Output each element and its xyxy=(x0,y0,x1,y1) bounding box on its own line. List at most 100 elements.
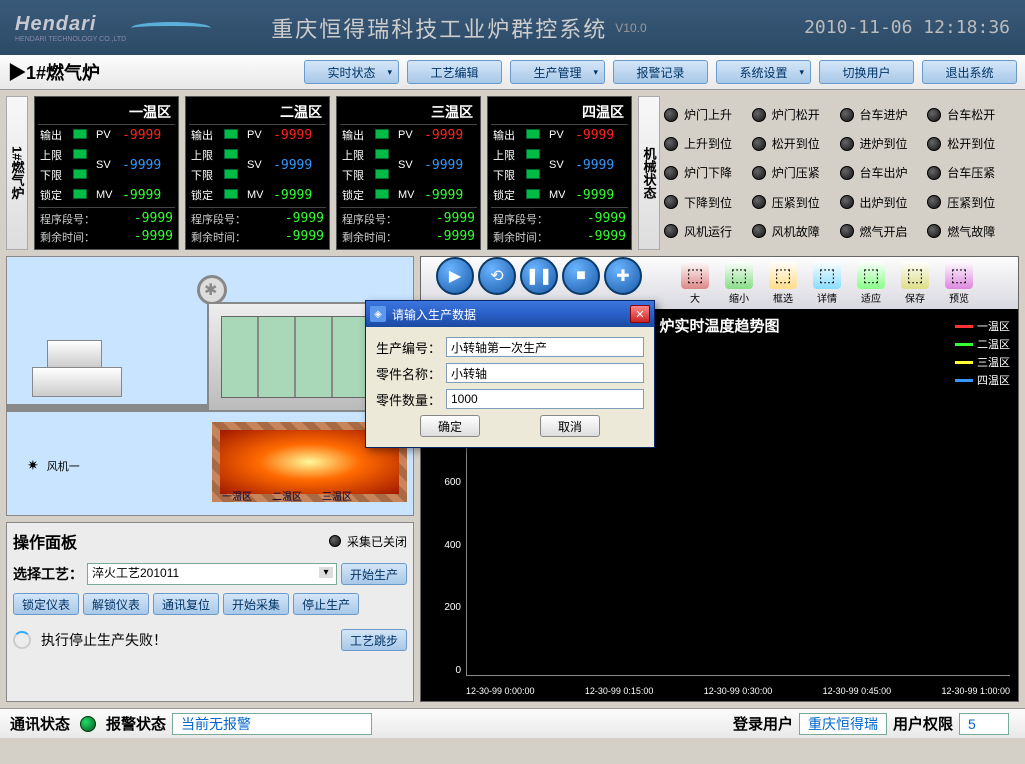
process-jump-button[interactable]: 工艺跳步 xyxy=(341,629,407,651)
datetime-label: 2010-11-06 12:18:36 xyxy=(804,17,1010,38)
zoom-in-icon[interactable]: ⬚大 xyxy=(673,259,717,307)
legend-item: 一温区 xyxy=(955,318,1010,334)
mech-status-item: 炉门压紧 xyxy=(752,160,840,185)
mechanical-status-panel: 机械状态 炉门上升炉门松开台车进炉台车松开上升到位松开到位进炉到位松开到位炉门下… xyxy=(638,96,1019,250)
led-icon xyxy=(752,166,766,180)
led-icon xyxy=(664,224,678,238)
part-qty-input[interactable] xyxy=(446,389,644,409)
fit-icon[interactable]: ⬚适应 xyxy=(849,259,893,307)
spinner-icon xyxy=(13,631,31,649)
start-collect-button[interactable]: 开始采集 xyxy=(223,593,289,615)
mech-status-item: 风机故障 xyxy=(752,219,840,244)
comm-led-icon xyxy=(80,716,96,732)
collect-led-icon xyxy=(329,535,341,547)
mech-status-item: 压紧到位 xyxy=(752,190,840,215)
led-icon xyxy=(664,137,678,151)
led-icon xyxy=(752,137,766,151)
version-label: V10.0 xyxy=(615,21,646,35)
detail-icon[interactable]: ⬚详情 xyxy=(805,259,849,307)
pause-button[interactable]: ❚❚ xyxy=(520,257,558,295)
select-process-label: 选择工艺： xyxy=(13,564,83,584)
furnace-animation-panel: 风机一 一温区二温区三温区 xyxy=(6,256,414,516)
nav-bar: ▶1#燃气炉 实时状态 工艺编辑 生产管理 报警记录 系统设置 切换用户 退出系… xyxy=(0,55,1025,90)
zone-panel-3: 三温区 输出PV-9999 上限SV-9999 下限 锁定MV-9999 程序段… xyxy=(336,96,481,250)
led-icon xyxy=(840,166,854,180)
status-message: 执行停止生产失败！ xyxy=(41,630,167,650)
zone-panel-1: 一温区 输出PV-9999 上限SV-9999 下限 锁定MV-9999 程序段… xyxy=(34,96,179,250)
user-perm-value: 5 xyxy=(959,713,1009,735)
fan-label: 风机一 xyxy=(27,457,80,474)
zone-panel-2: 二温区 输出PV-9999 上限SV-9999 下限 锁定MV-9999 程序段… xyxy=(185,96,330,250)
dialog-titlebar[interactable]: ◈ 请输入生产数据 ✕ xyxy=(366,301,654,327)
led-icon xyxy=(927,108,941,122)
nav-process-edit-button[interactable]: 工艺编辑 xyxy=(407,60,502,84)
nav-settings-button[interactable]: 系统设置 xyxy=(716,60,811,84)
select-icon[interactable]: ⬚框选 xyxy=(761,259,805,307)
mech-status-item: 台车出炉 xyxy=(840,160,928,185)
save-icon[interactable]: ⬚保存 xyxy=(893,259,937,307)
mech-status-item: 台车压紧 xyxy=(927,160,1015,185)
mech-status-item: 上升到位 xyxy=(664,131,752,156)
part-name-input[interactable] xyxy=(446,363,644,383)
mech-status-item: 燃气故障 xyxy=(927,219,1015,244)
process-select[interactable]: 淬火工艺201011 xyxy=(87,563,337,585)
zones-row: 1#燃气炉 一温区 输出PV-9999 上限SV-9999 下限 锁定MV-99… xyxy=(0,90,1025,256)
mech-status-item: 台车进炉 xyxy=(840,102,928,127)
logo: Hendari xyxy=(15,13,96,35)
prod-id-input[interactable] xyxy=(446,337,644,357)
playback-controls: ▶ ⟲ ❚❚ ■ ✚ xyxy=(436,257,642,295)
block-icon xyxy=(47,340,102,368)
user-perm-label: 用户权限 xyxy=(893,713,953,734)
close-icon[interactable]: ✕ xyxy=(630,305,650,323)
unlock-meter-button[interactable]: 解锁仪表 xyxy=(83,593,149,615)
nav-alarm-button[interactable]: 报警记录 xyxy=(613,60,708,84)
login-user-label: 登录用户 xyxy=(733,713,793,734)
zone-title: 四温区 xyxy=(491,100,628,125)
mech-status-item: 压紧到位 xyxy=(927,190,1015,215)
mech-status-item: 燃气开启 xyxy=(840,219,928,244)
preview-icon[interactable]: ⬚预览 xyxy=(937,259,981,307)
ok-button[interactable]: 确定 xyxy=(420,415,480,437)
control-panel: 操作面板 采集已关闭 选择工艺： 淬火工艺201011 开始生产 锁定仪表 解锁… xyxy=(6,522,414,702)
part-qty-label: 零件数量： xyxy=(376,390,446,409)
led-icon xyxy=(840,224,854,238)
stop-button[interactable]: ■ xyxy=(562,257,600,295)
mech-status-item: 下降到位 xyxy=(664,190,752,215)
alarm-message: 当前无报警 xyxy=(172,713,372,735)
start-production-button[interactable]: 开始生产 xyxy=(341,563,407,585)
zone-title: 一温区 xyxy=(38,100,175,125)
stop-production-button[interactable]: 停止生产 xyxy=(293,593,359,615)
led-icon xyxy=(752,195,766,209)
wheel-icon xyxy=(197,275,227,305)
mech-status-item: 炉门上升 xyxy=(664,102,752,127)
block-icon xyxy=(32,367,122,397)
nav-realtime-button[interactable]: 实时状态 xyxy=(304,60,399,84)
zone-title: 三温区 xyxy=(340,100,477,125)
lock-meter-button[interactable]: 锁定仪表 xyxy=(13,593,79,615)
restart-button[interactable]: ⟲ xyxy=(478,257,516,295)
part-name-label: 零件名称： xyxy=(376,364,446,383)
play-button[interactable]: ▶ xyxy=(436,257,474,295)
led-icon xyxy=(840,108,854,122)
led-icon xyxy=(840,137,854,151)
led-icon xyxy=(927,166,941,180)
mech-status-item: 进炉到位 xyxy=(840,131,928,156)
led-icon xyxy=(752,108,766,122)
zoom-out-icon[interactable]: ⬚缩小 xyxy=(717,259,761,307)
swoosh-icon xyxy=(131,20,211,35)
nav-exit-button[interactable]: 退出系统 xyxy=(922,60,1017,84)
comm-reset-button[interactable]: 通讯复位 xyxy=(153,593,219,615)
nav-switch-user-button[interactable]: 切换用户 xyxy=(819,60,914,84)
production-data-dialog: ◈ 请输入生产数据 ✕ 生产编号： 零件名称： 零件数量： 确定 取消 xyxy=(365,300,655,448)
settings-button[interactable]: ✚ xyxy=(604,257,642,295)
logo-subtitle: HENDARI TECHNOLOGY CO.,LTD xyxy=(15,36,126,43)
led-icon xyxy=(927,224,941,238)
dialog-icon: ◈ xyxy=(370,306,386,322)
furnace-side-label: 1#燃气炉 xyxy=(6,96,28,250)
zone-panel-4: 四温区 输出PV-9999 上限SV-9999 下限 锁定MV-9999 程序段… xyxy=(487,96,632,250)
cancel-button[interactable]: 取消 xyxy=(540,415,600,437)
led-icon xyxy=(752,224,766,238)
track-icon xyxy=(7,404,207,412)
nav-production-button[interactable]: 生产管理 xyxy=(510,60,605,84)
mech-status-item: 松开到位 xyxy=(752,131,840,156)
